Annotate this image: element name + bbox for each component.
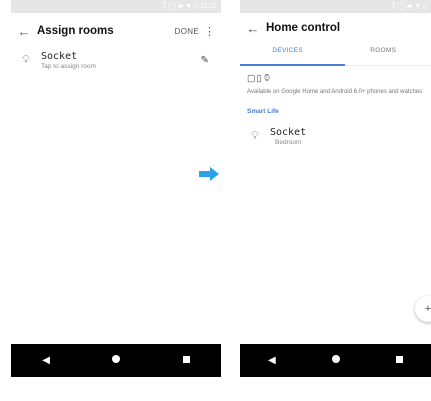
- tab-bar: DEVICES ROOMS: [240, 43, 431, 66]
- nav-bar: ◀: [11, 344, 221, 377]
- device-name: Socket: [270, 127, 307, 138]
- more-vert-icon[interactable]: ⋮: [204, 25, 215, 38]
- device-row[interactable]: 💡︎ Socket Tap to assign room ✎: [11, 51, 221, 70]
- page-title: Home control: [266, 22, 341, 34]
- device-icons: ▢▯⌚︎: [247, 72, 431, 85]
- done-button[interactable]: DONE: [175, 27, 199, 36]
- device-subtitle: Tap to assign room: [41, 63, 96, 70]
- lightbulb-icon: 💡︎: [22, 54, 30, 66]
- tab-rooms[interactable]: ROOMS: [336, 43, 431, 65]
- add-icon[interactable]: +: [415, 296, 431, 322]
- page-title: Assign rooms: [37, 25, 114, 37]
- device-row[interactable]: 💡︎ Socket Bedroom: [240, 127, 431, 146]
- section-label: Smart Life: [247, 108, 279, 115]
- back-arrow-icon[interactable]: ←: [240, 21, 266, 36]
- device-name: Socket: [41, 51, 78, 62]
- pencil-icon[interactable]: ✎: [201, 55, 209, 66]
- home-control-screen: ⁑ ◯ ▰ ▼ ▯ ← Home control DEVICES ROOMS ▢…: [240, 0, 431, 377]
- recents-nav-icon[interactable]: [182, 355, 190, 366]
- home-nav-icon[interactable]: [331, 355, 340, 366]
- home-nav-icon[interactable]: [112, 355, 121, 366]
- back-arrow-icon[interactable]: ←: [11, 24, 37, 39]
- back-nav-icon[interactable]: ◀: [268, 355, 276, 366]
- speaker-icon: ▢: [247, 73, 257, 83]
- assign-rooms-screen: ⁑ ◯ ▰ ▼ ▯ 11:22 ← Assign rooms DONE ⋮ 💡︎…: [11, 0, 221, 377]
- lightbulb-icon: 💡︎: [251, 130, 259, 142]
- app-bar: ← Assign rooms DONE ⋮: [11, 13, 221, 49]
- app-bar: ← Home control: [240, 13, 431, 43]
- tab-devices[interactable]: DEVICES: [240, 43, 336, 65]
- device-room: Bedroom: [275, 139, 302, 146]
- back-nav-icon[interactable]: ◀: [42, 355, 50, 366]
- right-arrow-icon: [199, 167, 219, 181]
- status-bar: ⁑ ◯ ▰ ▼ ▯ 11:22: [11, 0, 221, 13]
- recents-nav-icon[interactable]: [395, 355, 403, 366]
- active-tab-indicator: [240, 64, 345, 66]
- watch-icon: ⌚︎: [262, 73, 273, 83]
- availability-text: Available on Google Home and Android 6.0…: [247, 89, 423, 95]
- status-bar: ⁑ ◯ ▰ ▼ ▯: [240, 0, 431, 13]
- nav-bar: ◀: [240, 344, 431, 377]
